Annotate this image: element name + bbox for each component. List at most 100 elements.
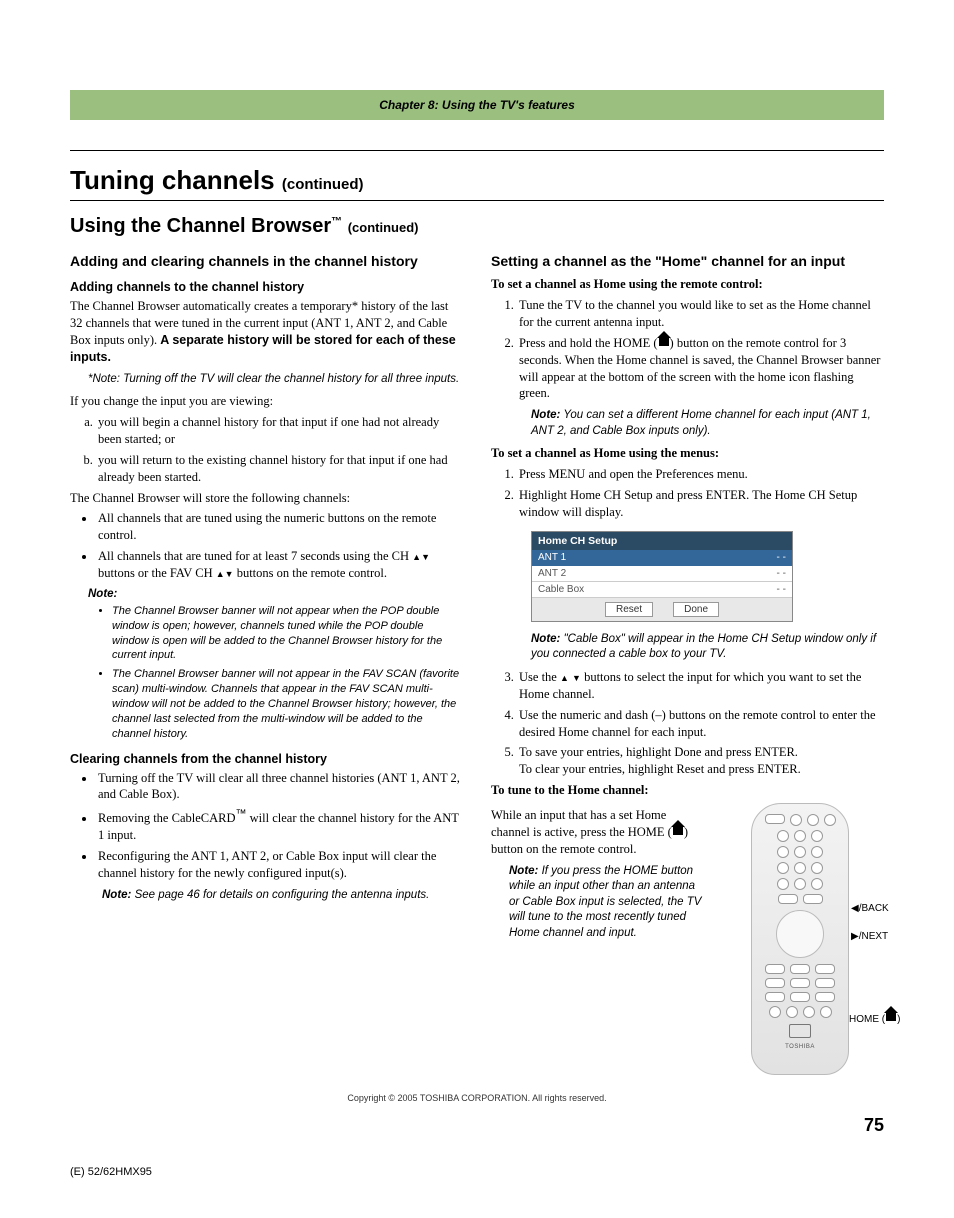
list-text: Press and hold the HOME ( — [519, 336, 658, 350]
remote-label-home: HOME () — [849, 1013, 921, 1025]
subheading: Using the Channel Browser™ (continued) — [70, 215, 884, 238]
list-item: Removing the CableCARD™ will clear the c… — [96, 807, 463, 844]
hcs-row-ant1: ANT 1 - - — [532, 550, 792, 566]
list-text: Removing the CableCARD — [98, 811, 236, 825]
chapter-bar: Chapter 8: Using the TV's features — [70, 90, 884, 120]
triangle-left-icon — [851, 903, 859, 914]
list-item: Reconfiguring the ANT 1, ANT 2, or Cable… — [96, 848, 463, 882]
bleed-model-code: (E) 52/62HMX95 — [70, 1166, 884, 1178]
numbered-list: Press MENU and open the Preferences menu… — [499, 466, 884, 521]
list-item: To save your entries, highlight Done and… — [517, 744, 884, 778]
note-text: "Cable Box" will appear in the Home CH S… — [531, 633, 876, 661]
note-home-other-input: Note: If you press the HOME button while… — [509, 864, 702, 942]
section-setting-home: Setting a channel as the "Home" channel … — [491, 252, 884, 270]
hcs-value: - - — [777, 568, 786, 579]
footer-copyright: Copyright © 2005 TOSHIBA CORPORATION. Al… — [70, 1093, 884, 1103]
subsection-clearing: Clearing channels from the channel histo… — [70, 752, 463, 766]
subsection-adding: Adding channels to the channel history — [70, 280, 463, 294]
list-text: buttons on the remote control. — [234, 566, 387, 580]
hcs-label: ANT 2 — [538, 568, 566, 579]
list-text: To clear your entries, highlight Reset a… — [519, 762, 801, 776]
remote-label-back: /BACK — [851, 903, 913, 914]
body-text: The Channel Browser will store the follo… — [70, 490, 463, 507]
hcs-value: - - — [777, 584, 786, 595]
list-item: Use the buttons to select the input for … — [517, 669, 884, 703]
bold-lead: To set a channel as Home using the menus… — [491, 445, 884, 462]
list-item: Highlight Home CH Setup and press ENTER.… — [517, 487, 884, 521]
note-home-per-input: Note: You can set a different Home chann… — [531, 408, 884, 439]
trademark-icon: ™ — [236, 808, 247, 820]
triangle-right-icon — [851, 931, 859, 942]
page-number: 75 — [70, 1115, 884, 1136]
list-text: All channels that are tuned for at least… — [98, 549, 412, 563]
dpad-icon — [776, 910, 824, 958]
section-adding-clearing: Adding and clearing channels in the chan… — [70, 252, 463, 270]
page-title-text: Tuning channels — [70, 165, 275, 195]
page-title-continued: (continued) — [282, 176, 364, 193]
note-label: Note: — [531, 409, 560, 421]
body-text: While an input that has a set Home chann… — [491, 807, 702, 858]
triangle-up-icon — [560, 670, 569, 684]
triangle-down-icon — [572, 670, 581, 684]
subheading-text: Using the Channel Browser — [70, 215, 331, 237]
note-cablebox-appear: Note: "Cable Box" will appear in the Hom… — [531, 632, 884, 663]
triangle-up-icon — [412, 549, 421, 563]
remote-shell: TOSHIBA — [751, 803, 849, 1075]
hcs-buttons: Reset Done — [532, 598, 792, 621]
list-item: Tune the TV to the channel you would lik… — [517, 297, 884, 331]
numbered-list: Tune the TV to the channel you would lik… — [499, 297, 884, 402]
list-text: buttons to select the input for which yo… — [519, 670, 861, 701]
note-text: You can set a different Home channel for… — [531, 409, 871, 437]
bullet-list: All channels that are tuned using the nu… — [78, 510, 463, 582]
remote-label-next: /NEXT — [851, 931, 913, 942]
hcs-label: Cable Box — [538, 584, 584, 595]
list-text: Use the — [519, 670, 560, 684]
hcs-label: ANT 1 — [538, 552, 566, 563]
hcs-value: - - — [777, 552, 786, 563]
list-item: The Channel Browser banner will not appe… — [112, 604, 463, 663]
home-icon — [659, 338, 669, 346]
note-label: Note: — [531, 633, 560, 645]
title-rule — [70, 200, 884, 201]
list-item: Press MENU and open the Preferences menu… — [517, 466, 884, 483]
label-text: /NEXT — [859, 931, 888, 942]
label-text: HOME ( — [849, 1014, 885, 1025]
list-item: Turning off the TV will clear all three … — [96, 770, 463, 804]
note-bullet-list: The Channel Browser banner will not appe… — [100, 604, 463, 742]
list-text: buttons or the FAV CH — [98, 566, 216, 580]
hcs-reset-button: Reset — [605, 602, 653, 617]
numbered-list: Use the buttons to select the input for … — [499, 669, 884, 778]
note-clear-history: *Note: Turning off the TV will clear the… — [88, 372, 463, 388]
page-title: Tuning channels (continued) — [70, 165, 884, 196]
hcs-title: Home CH Setup — [532, 532, 792, 550]
list-item: Use the numeric and dash (–) buttons on … — [517, 707, 884, 741]
note-heading: Note: — [88, 588, 463, 600]
bold-lead: To set a channel as Home using the remot… — [491, 276, 884, 293]
label-text: /BACK — [859, 903, 889, 914]
home-icon — [673, 827, 683, 835]
home-ch-setup-window: Home CH Setup ANT 1 - - ANT 2 - - Cable … — [531, 531, 793, 622]
hcs-row-cablebox: Cable Box - - — [532, 582, 792, 598]
list-item: you will begin a channel history for tha… — [96, 414, 463, 448]
note-label: Note: — [509, 865, 538, 877]
list-item: Press and hold the HOME () button on the… — [517, 335, 884, 403]
note-text: If you press the HOME button while an in… — [509, 865, 701, 939]
alpha-list: you will begin a channel history for tha… — [78, 414, 463, 486]
list-text: To save your entries, highlight Done and… — [519, 745, 798, 759]
right-column: Setting a channel as the "Home" channel … — [491, 242, 884, 1073]
triangle-down-icon — [225, 566, 234, 580]
bullet-list: Turning off the TV will clear all three … — [78, 770, 463, 882]
label-text: ) — [897, 1014, 900, 1025]
triangle-down-icon — [421, 549, 430, 563]
hcs-done-button: Done — [673, 602, 719, 617]
remote-brand: TOSHIBA — [752, 1044, 848, 1050]
note-label: Note: — [102, 889, 131, 901]
note-text: *Note: Turning off the TV will clear the… — [88, 373, 459, 385]
body-text-span: While an input that has a set Home chann… — [491, 808, 672, 839]
list-item: All channels that are tuned for at least… — [96, 548, 463, 582]
top-rule — [70, 150, 884, 151]
trademark-icon: ™ — [331, 215, 342, 227]
bold-lead: To tune to the Home channel: — [491, 782, 884, 799]
remote-illustration: TOSHIBA /BACK /NEXT HOME () — [714, 803, 884, 1073]
note-text: See page 46 for details on configuring t… — [131, 889, 429, 901]
